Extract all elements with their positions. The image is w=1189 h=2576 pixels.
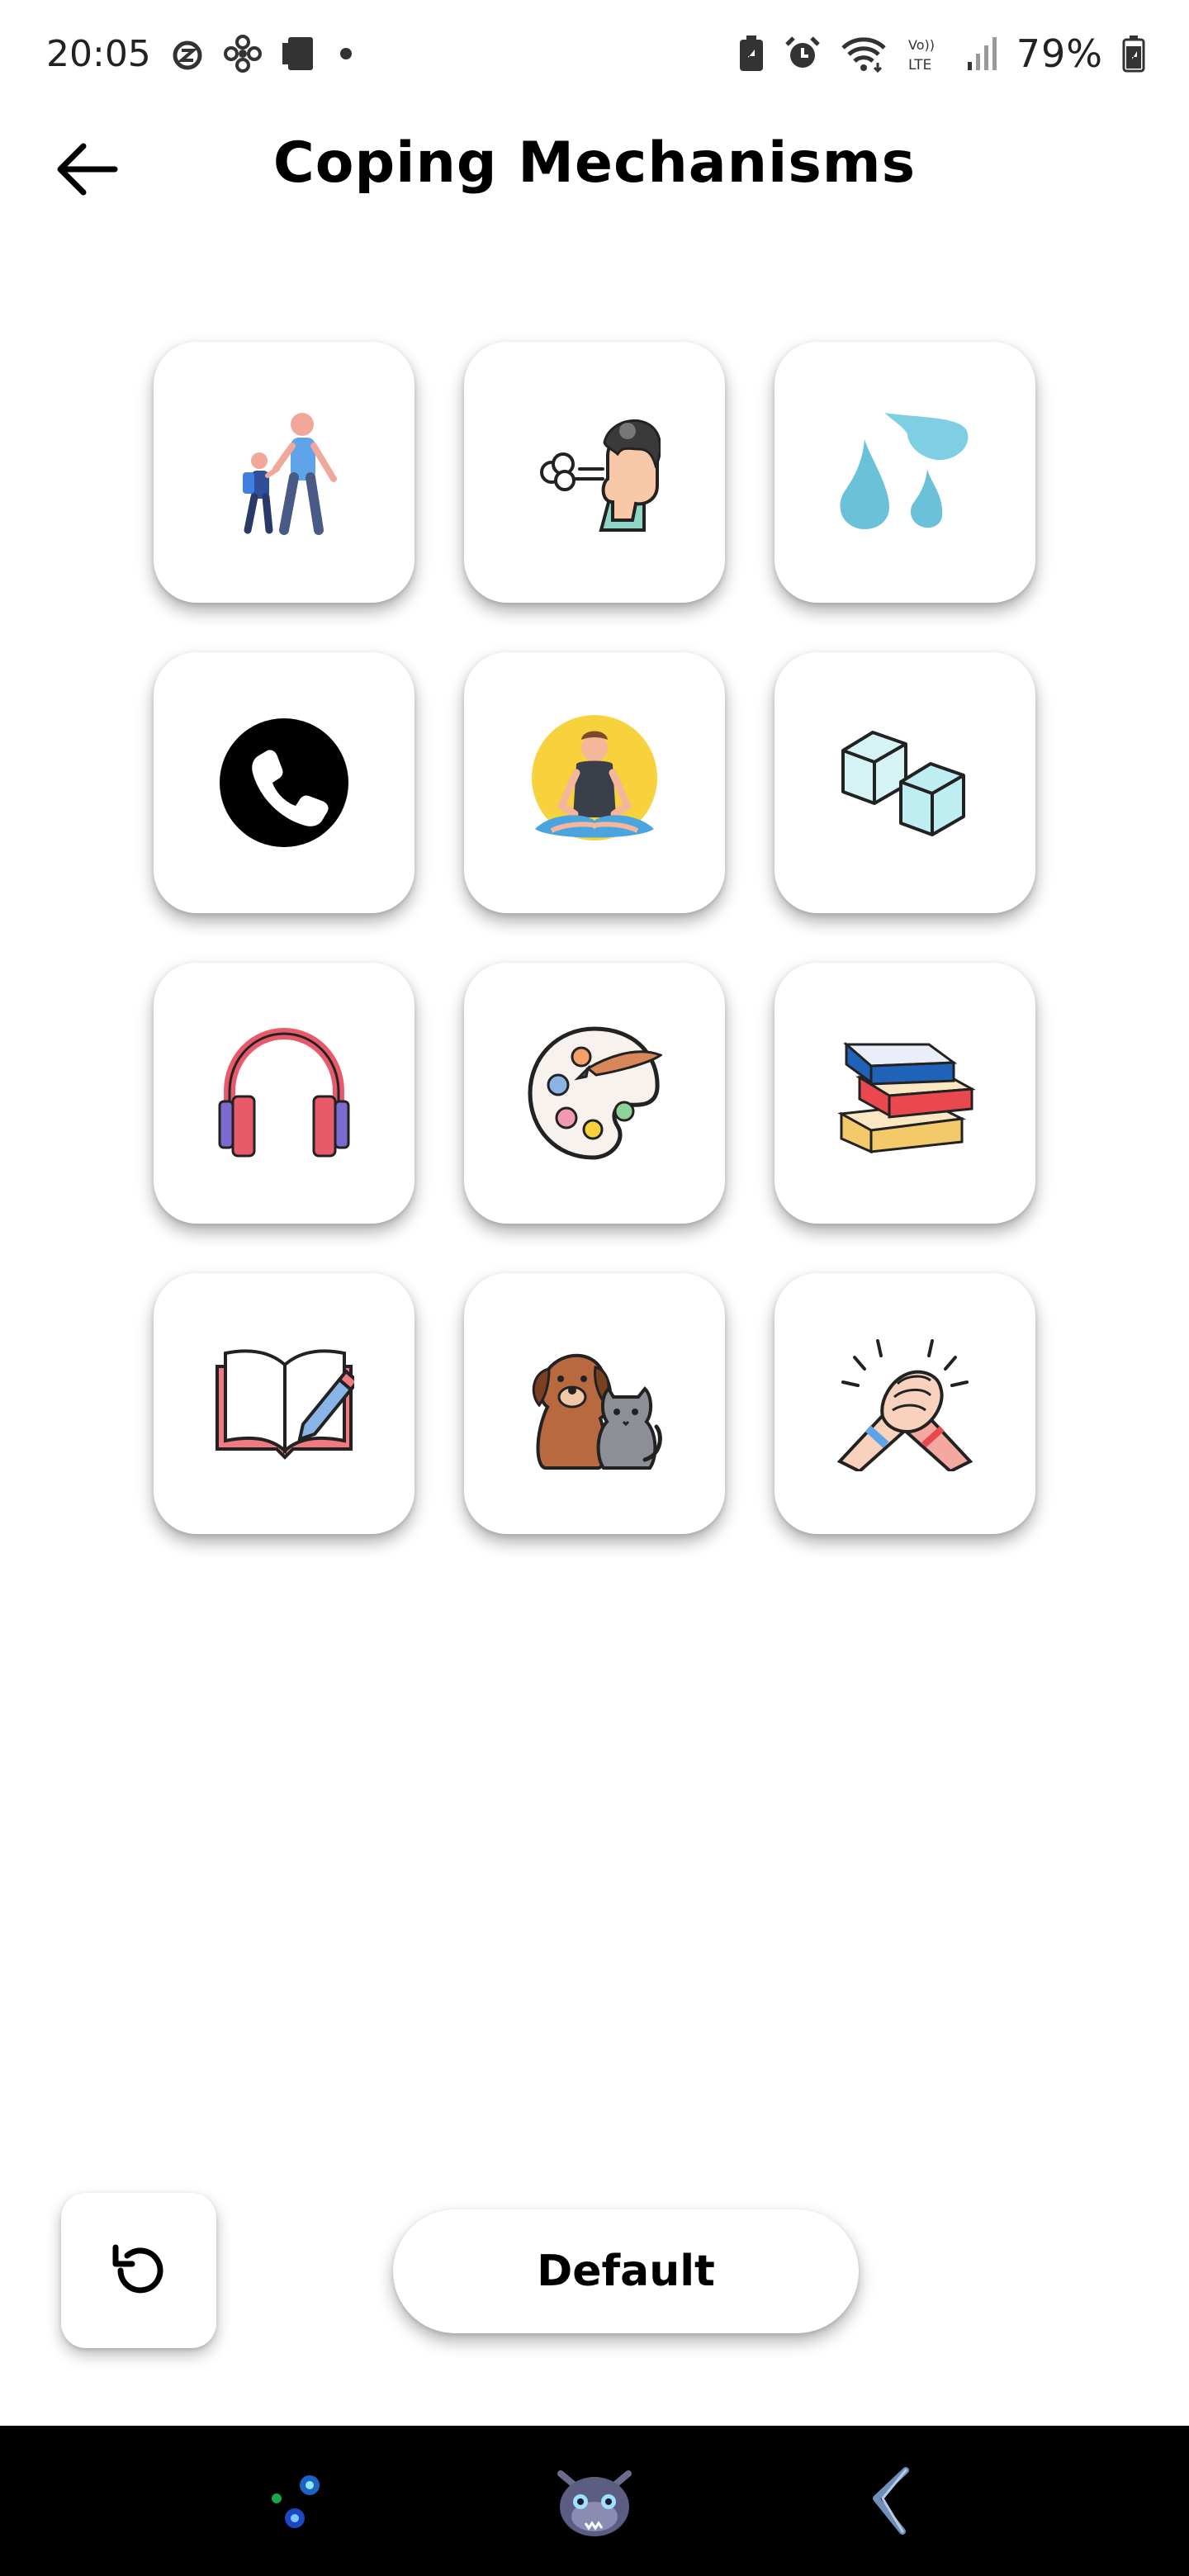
wifi-icon: [840, 35, 888, 73]
battery-percent: 79%: [1016, 31, 1103, 76]
svg-text:Vo)): Vo)): [908, 37, 935, 53]
default-button[interactable]: Default: [393, 2209, 859, 2333]
friendship-handshake-icon: [835, 1336, 975, 1471]
meditation-icon: [527, 715, 662, 850]
breathing-icon: [528, 406, 661, 538]
tile-phone[interactable]: [154, 652, 414, 913]
reset-icon: [112, 2244, 163, 2294]
app-drawer-icon: [272, 2475, 320, 2528]
walking-icon: [218, 406, 350, 538]
signal-icon: [965, 36, 998, 72]
battery-saver-icon: [737, 35, 765, 73]
nav-app-drawer[interactable]: [235, 2439, 359, 2563]
status-left: 20:05: [46, 33, 354, 75]
tile-art[interactable]: [464, 963, 725, 1224]
reset-button[interactable]: [61, 2193, 216, 2348]
tile-meditation[interactable]: [464, 652, 725, 913]
pets-icon: [524, 1336, 665, 1471]
status-time: 20:05: [46, 32, 151, 75]
header: Coping Mechanisms: [0, 116, 1189, 223]
alarm-off-icon: [169, 36, 206, 72]
fan-icon: [223, 35, 262, 73]
coping-grid: [154, 342, 1035, 1534]
tile-reading[interactable]: [775, 963, 1035, 1224]
tile-music[interactable]: [154, 963, 414, 1224]
tile-journal[interactable]: [154, 1273, 414, 1534]
water-drops-icon: [835, 406, 975, 538]
phone-call-icon: [218, 717, 350, 849]
volte-icon: Vo)) LTE: [906, 35, 947, 73]
journal-icon: [214, 1342, 354, 1466]
nav-back[interactable]: [830, 2439, 954, 2563]
paint-palette-icon: [527, 1025, 662, 1161]
tile-support[interactable]: [775, 1273, 1035, 1534]
tile-ice[interactable]: [775, 652, 1035, 913]
battery-icon: [1121, 35, 1146, 73]
ice-cubes-icon: [835, 721, 975, 845]
books-icon: [835, 1031, 975, 1155]
page-title: Coping Mechanisms: [272, 130, 917, 196]
tile-breathing[interactable]: [464, 342, 725, 603]
back-gesture-icon: [873, 2467, 909, 2535]
tile-water[interactable]: [775, 342, 1035, 603]
navigation-bar: [0, 2426, 1189, 2576]
nav-home[interactable]: [533, 2439, 656, 2563]
status-right: Vo)) LTE 79%: [737, 31, 1146, 76]
status-bar: 20:05 Vo)) LTE 79%: [0, 0, 1189, 107]
tile-pets[interactable]: [464, 1273, 725, 1534]
headphones-icon: [216, 1025, 352, 1161]
device-icon: [280, 35, 320, 73]
svg-text:LTE: LTE: [908, 57, 931, 73]
dot-icon: [338, 45, 354, 62]
tile-walking[interactable]: [154, 342, 414, 603]
home-mascot-icon: [557, 2470, 632, 2536]
alarm-icon: [784, 35, 822, 73]
